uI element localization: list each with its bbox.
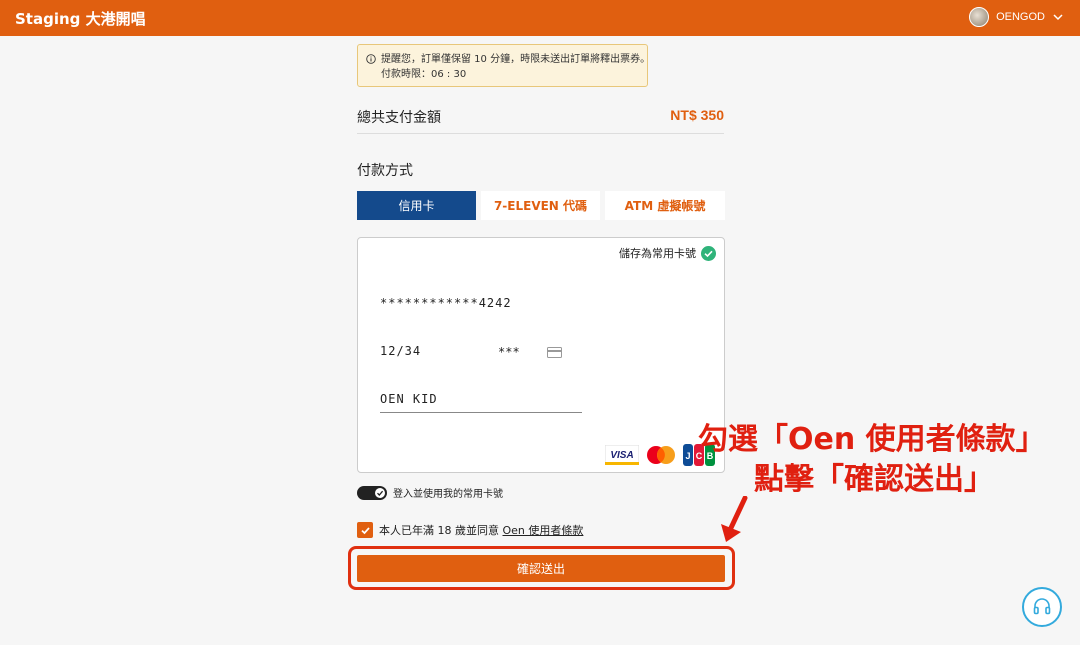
save-card-label: 儲存為常用卡號 — [619, 247, 696, 260]
annotation-check-terms: 勾選「Oen 使用者條款」 — [698, 422, 1046, 457]
use-saved-card-row: 登入並使用我的常用卡號 — [357, 485, 503, 500]
svg-text:VISA: VISA — [610, 450, 633, 461]
deadline-label: 付款時限： — [381, 69, 431, 80]
terms-link[interactable]: Oen 使用者條款 — [503, 524, 584, 537]
tab-7-eleven[interactable]: 7-ELEVEN 代碼 — [481, 191, 600, 220]
terms-checkbox[interactable] — [357, 522, 373, 538]
cardholder-name-field[interactable]: OEN KID — [380, 392, 438, 406]
annotation-arrow-icon — [721, 496, 748, 542]
card-number-field[interactable]: ************4242 — [380, 296, 512, 310]
save-card-option[interactable]: 儲存為常用卡號 — [619, 245, 716, 261]
terms-agreement-row: 本人已年滿 18 歲並同意 Oen 使用者條款 — [357, 522, 583, 538]
reservation-notice: 提醒您，訂單僅保留 10 分鐘，時限未送出訂單將釋出票券。 付款時限：06 : … — [357, 44, 651, 87]
check-circle-icon[interactable] — [701, 245, 716, 261]
svg-text:J: J — [685, 451, 690, 461]
chevron-down-icon[interactable] — [1052, 11, 1064, 23]
total-row: 總共支付金額 NT$ 350 — [357, 106, 724, 134]
checkmark-icon — [360, 526, 370, 534]
terms-text: 本人已年滿 18 歲並同意 Oen 使用者條款 — [379, 522, 583, 538]
toggle-knob — [375, 487, 385, 498]
avatar[interactable] — [969, 7, 990, 27]
info-icon — [366, 54, 376, 64]
user-menu[interactable]: OENGOD — [969, 7, 1064, 27]
credit-card-form: 儲存為常用卡號 ************4242 12/34 *** OEN K… — [357, 237, 725, 473]
top-bar: Staging 大港開唱 OENGOD — [0, 0, 1080, 36]
total-amount: NT$ 350 — [670, 107, 724, 123]
username[interactable]: OENGOD — [996, 11, 1045, 23]
payment-tabs: 信用卡 7-ELEVEN 代碼 ATM 虛擬帳號 — [357, 191, 725, 220]
payment-method-title: 付款方式 — [357, 163, 413, 179]
tab-atm[interactable]: ATM 虛擬帳號 — [605, 191, 725, 220]
brand-title[interactable]: Staging 大港開唱 — [15, 8, 146, 29]
deadline-time: 06 : 30 — [431, 69, 467, 80]
name-field-underline — [380, 412, 582, 413]
use-saved-card-toggle[interactable] — [357, 485, 387, 500]
check-icon — [377, 490, 384, 496]
mastercard-logo — [647, 446, 675, 464]
cvv-field[interactable]: *** — [498, 345, 520, 359]
confirm-submit-button[interactable]: 確認送出 — [357, 555, 725, 582]
terms-prefix: 本人已年滿 18 歲並同意 — [379, 524, 503, 537]
notice-text: 提醒您，訂單僅保留 10 分鐘，時限未送出訂單將釋出票券。 — [381, 54, 651, 65]
headset-icon — [1033, 598, 1051, 615]
toggle-label: 登入並使用我的常用卡號 — [393, 489, 503, 500]
payment-deadline: 付款時限：06 : 30 — [366, 67, 639, 82]
visa-logo: VISA — [605, 445, 639, 465]
tab-credit-card[interactable]: 信用卡 — [357, 191, 476, 220]
total-label: 總共支付金額 — [357, 110, 441, 126]
customer-support-button[interactable] — [1022, 587, 1062, 627]
card-cvv-icon — [547, 347, 562, 358]
expiry-field[interactable]: 12/34 — [380, 344, 421, 358]
annotation-click-submit: 點擊「確認送出」 — [754, 462, 994, 497]
